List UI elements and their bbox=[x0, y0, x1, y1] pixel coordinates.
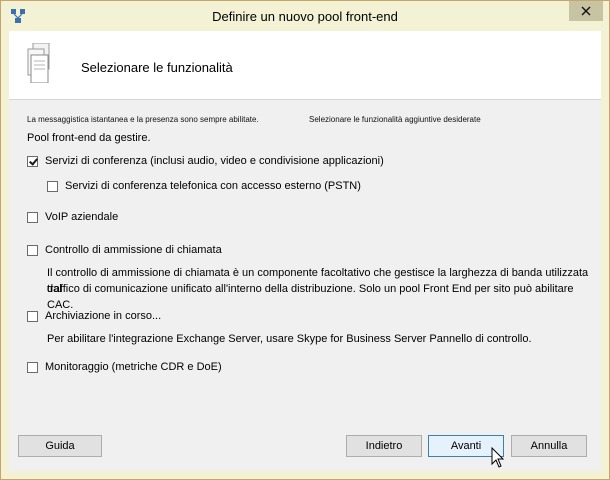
help-button[interactable]: Guida bbox=[18, 435, 102, 457]
cac-label: Controllo di ammissione di chiamata bbox=[45, 244, 222, 256]
close-icon bbox=[581, 6, 591, 16]
archiving-option[interactable]: Archiviazione in corso... bbox=[27, 310, 161, 322]
conferencing-checkbox[interactable] bbox=[27, 155, 38, 167]
voip-checkbox[interactable] bbox=[27, 211, 38, 223]
cac-description-2: traffico di comunicazione unificato all'… bbox=[47, 283, 574, 311]
monitoring-option[interactable]: Monitoraggio (metriche CDR e DoE) bbox=[27, 361, 222, 373]
mouse-cursor-icon bbox=[491, 447, 505, 468]
cac-checkbox[interactable] bbox=[27, 244, 38, 256]
page-title: Selezionare le funzionalità bbox=[81, 60, 233, 75]
server-pool-icon bbox=[27, 43, 50, 83]
cancel-button[interactable]: Annulla bbox=[511, 435, 587, 457]
conferencing-option[interactable]: Servizi di conferenza (inclusi audio, vi… bbox=[27, 155, 384, 167]
monitoring-checkbox[interactable] bbox=[27, 361, 38, 373]
pool-description: Pool front-end da gestire. bbox=[27, 132, 151, 144]
im-presence-note: La messaggistica istantanea e la presenz… bbox=[27, 115, 259, 124]
voip-label: VoIP aziendale bbox=[45, 211, 119, 223]
select-features-hint: Selezionare le funzionalità aggiuntive d… bbox=[309, 115, 481, 124]
dialog-window: Definire un nuovo pool front-end Selezio… bbox=[0, 0, 610, 480]
back-button[interactable]: Indietro bbox=[346, 435, 422, 457]
archiving-label: Archiviazione in corso... bbox=[45, 310, 162, 322]
close-button[interactable] bbox=[569, 1, 603, 21]
dial-in-option[interactable]: Servizi di conferenza telefonica con acc… bbox=[47, 180, 361, 192]
title-bar[interactable]: Definire un nuovo pool front-end bbox=[1, 1, 609, 31]
archiving-description: Per abilitare l'integrazione Exchange Se… bbox=[47, 333, 532, 345]
archiving-checkbox[interactable] bbox=[27, 310, 38, 322]
window-title: Definire un nuovo pool front-end bbox=[212, 9, 398, 24]
voip-option[interactable]: VoIP aziendale bbox=[27, 211, 118, 223]
wizard-header: Selezionare le funzionalità bbox=[9, 31, 601, 100]
dialog-client-area: Selezionare le funzionalità La messaggis… bbox=[9, 31, 601, 471]
dial-in-checkbox[interactable] bbox=[47, 180, 58, 192]
dial-in-label: Servizi di conferenza telefonica con acc… bbox=[65, 180, 361, 192]
conferencing-label: Servizi di conferenza (inclusi audio, vi… bbox=[45, 155, 384, 167]
monitoring-label: Monitoraggio (metriche CDR e DoE) bbox=[45, 361, 222, 373]
cac-option[interactable]: Controllo di ammissione di chiamata bbox=[27, 244, 222, 256]
